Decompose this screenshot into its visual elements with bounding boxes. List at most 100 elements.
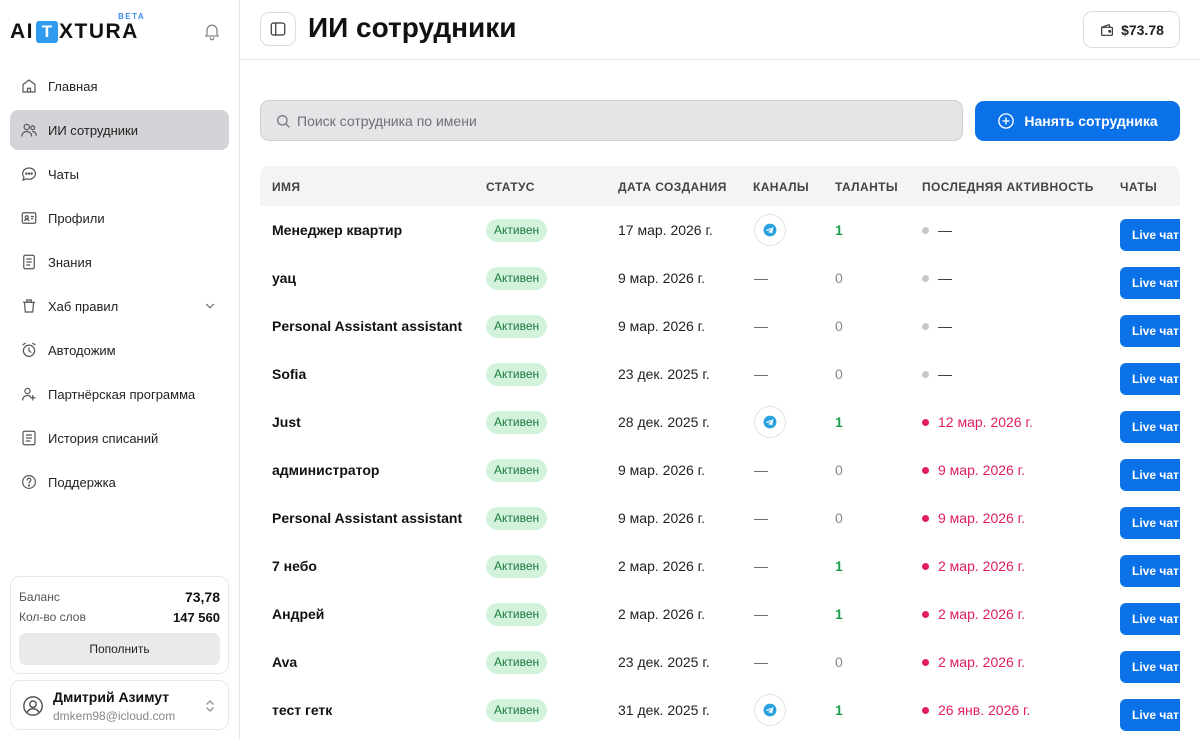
activity-text: 9 мар. 2026 г. — [938, 510, 1025, 526]
home-icon — [20, 77, 38, 95]
created-date: 28 дек. 2025 г. — [618, 414, 710, 430]
live-chat-button[interactable]: Live чат — [1120, 315, 1180, 347]
status-badge: Активен — [486, 362, 548, 386]
column-header-activity[interactable]: ПОСЛЕДНЯЯ АКТИВНОСТЬ — [922, 180, 1094, 194]
live-chat-button[interactable]: Live чат — [1120, 651, 1180, 683]
activity-dot — [922, 418, 929, 426]
employee-name[interactable]: Андрей — [272, 590, 324, 638]
live-chat-button[interactable]: Live чат — [1120, 555, 1180, 587]
table-row[interactable]: Sofia Активен 23 дек. 2025 г. — 0 — Live чат — [260, 350, 1180, 398]
balance-value: 73,78 — [184, 589, 220, 605]
status-cell: Активен — [486, 446, 548, 494]
sidebar-item-rules-hub[interactable]: Хаб правил — [10, 286, 229, 326]
words-row: Кол-во слов 147 560 — [19, 607, 220, 627]
table-row[interactable]: Менеджер квартир Активен 17 мар. 2026 г. 1 —… — [260, 206, 1180, 254]
activity-cell: 9 мар. 2026 г. — [922, 446, 1025, 494]
table-row[interactable]: Personal Assistant assistant Активен 9 мар… — [260, 302, 1180, 350]
employee-name[interactable]: администратор — [272, 446, 379, 494]
table-row[interactable]: уац Активен 9 мар. 2026 г. — 0 — Live чат — [260, 254, 1180, 302]
column-header-chats[interactable]: ЧАТЫ — [1120, 180, 1157, 194]
column-header-name[interactable]: ИМЯ — [272, 180, 300, 194]
status-cell: Активен — [486, 350, 548, 398]
channels-cell: — — [754, 254, 768, 302]
telegram-icon[interactable] — [754, 214, 786, 246]
activity-text: — — [938, 270, 952, 286]
sidebar-item-label: Главная — [48, 78, 98, 94]
user-card[interactable]: Дмитрий Азимут dmkem98@icloud.com — [10, 680, 229, 730]
sidebar-item-charges-history[interactable]: История списаний — [10, 418, 229, 458]
sidebar-item-knowledge[interactable]: Знания — [10, 242, 229, 282]
search-box[interactable] — [260, 100, 963, 141]
status-badge: Активен — [486, 218, 548, 242]
table-row[interactable]: 7 небо Активен 2 мар. 2026 г. — 1 2 мар. 2026… — [260, 542, 1180, 590]
employee-name[interactable]: тест гетк — [272, 686, 332, 734]
live-chat-button[interactable]: Live чат — [1120, 603, 1180, 635]
employee-name[interactable]: Менеджер квартир — [272, 206, 402, 254]
sidebar-item-label: Профили — [48, 210, 105, 226]
channel-empty: — — [754, 510, 768, 526]
sidebar-item-ai-employees[interactable]: ИИ сотрудники — [10, 110, 229, 150]
table-row[interactable]: Personal Assistant assistant Активен 9 мар… — [260, 494, 1180, 542]
status-cell: Активен — [486, 302, 548, 350]
chevron-down-icon[interactable] — [203, 299, 217, 313]
talents-count: 1 — [835, 414, 843, 430]
telegram-icon[interactable] — [754, 406, 786, 438]
hire-employee-button[interactable]: Нанять сотрудника — [975, 101, 1180, 141]
table-row[interactable]: тест гетк Активен 31 дек. 2025 г. 1 26 янв. … — [260, 686, 1180, 734]
employee-name[interactable]: Sofia — [272, 350, 306, 398]
employee-name[interactable]: Personal Assistant assistant — [272, 494, 462, 542]
sidebar-item-partner-program[interactable]: Партнёрская программа — [10, 374, 229, 414]
table-row[interactable]: Андрей Активен 2 мар. 2026 г. — 1 2 мар. 2026… — [260, 590, 1180, 638]
channel-empty: — — [754, 366, 768, 382]
activity-text: — — [938, 366, 952, 382]
activity-cell: — — [922, 254, 952, 302]
activity-cell: — — [922, 206, 952, 254]
live-chat-button[interactable]: Live чат — [1120, 219, 1180, 251]
sidebar-item-chats[interactable]: Чаты — [10, 154, 229, 194]
channel-empty: — — [754, 462, 768, 478]
chevron-updown-icon[interactable] — [204, 698, 216, 714]
logo-row: AI T XTURA BETA — [10, 12, 230, 48]
search-input[interactable] — [297, 112, 937, 129]
employee-name[interactable]: Personal Assistant assistant — [272, 302, 462, 350]
live-chat-button[interactable]: Live чат — [1120, 363, 1180, 395]
sidebar-item-home[interactable]: Главная — [10, 66, 229, 106]
created-date: 23 дек. 2025 г. — [618, 654, 710, 670]
activity-cell: 2 мар. 2026 г. — [922, 590, 1025, 638]
table-row[interactable]: Just Активен 28 дек. 2025 г. 1 12 мар. 2026 … — [260, 398, 1180, 446]
table-row[interactable]: администратор Активен 9 мар. 2026 г. — 0 9 ма… — [260, 446, 1180, 494]
sidebar-item-profiles[interactable]: Профили — [10, 198, 229, 238]
hire-button-label: Нанять сотрудника — [1024, 113, 1158, 129]
column-header-status[interactable]: СТАТУС — [486, 180, 535, 194]
live-chat-button[interactable]: Live чат — [1120, 459, 1180, 491]
column-header-talents[interactable]: ТАЛАНТЫ — [835, 180, 898, 194]
employee-name[interactable]: уац — [272, 254, 296, 302]
topup-button[interactable]: Пополнить — [19, 633, 220, 665]
chat-icon — [20, 165, 38, 183]
logo-text-ai: AI — [10, 20, 34, 43]
logo[interactable]: AI T XTURA BETA — [10, 12, 144, 44]
live-chat-button[interactable]: Live чат — [1120, 699, 1180, 731]
created-date: 9 мар. 2026 г. — [618, 270, 705, 286]
sidebar-item-autopush[interactable]: Автодожим — [10, 330, 229, 370]
live-chat-button[interactable]: Live чат — [1120, 267, 1180, 299]
column-header-created[interactable]: ДАТА СОЗДАНИЯ — [618, 180, 727, 194]
status-badge: Активен — [486, 506, 548, 530]
activity-cell: 2 мар. 2026 г. — [922, 638, 1025, 686]
telegram-icon[interactable] — [754, 694, 786, 726]
plus-circle-icon — [998, 113, 1015, 129]
table-row[interactable]: Ava Активен 23 дек. 2025 г. — 0 2 мар. 2026 г… — [260, 638, 1180, 686]
created-date: 23 дек. 2025 г. — [618, 366, 710, 382]
live-chat-button[interactable]: Live чат — [1120, 507, 1180, 539]
activity-dot — [922, 514, 929, 522]
employee-name[interactable]: 7 небо — [272, 542, 317, 590]
employee-name[interactable]: Just — [272, 398, 301, 446]
column-header-channels[interactable]: КАНАЛЫ — [753, 180, 809, 194]
sidebar-toggle-button[interactable] — [260, 12, 296, 46]
sidebar-item-support[interactable]: Поддержка — [10, 462, 229, 502]
channels-cell: — — [754, 494, 768, 542]
wallet-button[interactable]: $73.78 — [1083, 11, 1180, 48]
employee-name[interactable]: Ava — [272, 638, 297, 686]
bell-icon[interactable] — [202, 20, 222, 42]
live-chat-button[interactable]: Live чат — [1120, 411, 1180, 443]
